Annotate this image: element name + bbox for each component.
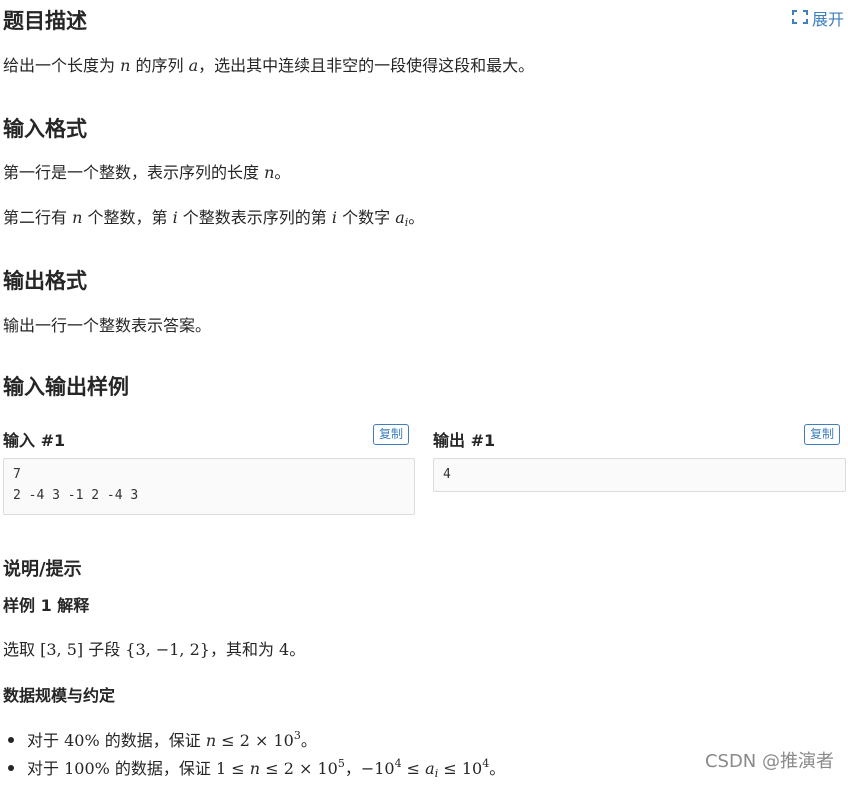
- list-item: 对于 40% 的数据，保证 n ≤ 2 × 103。: [5, 722, 505, 750]
- description-text: 给出一个长度为 n 的序列 a，选出其中连续且非空的一段使得这段和最大。: [3, 56, 535, 75]
- bullet-icon: [8, 737, 14, 743]
- sample-input-box[interactable]: 7 2 -4 3 -1 2 -4 3: [3, 458, 415, 515]
- copy-input-button[interactable]: 复制: [373, 424, 410, 445]
- sample-input-label: 输入 #1: [3, 431, 66, 450]
- list-item: 对于 100% 的数据，保证 1 ≤ n ≤ 2 × 105，−104 ≤ ai…: [5, 750, 505, 780]
- data-scale-heading: 数据规模与约定: [3, 686, 116, 705]
- section-title-hint: 说明/提示: [3, 559, 82, 580]
- sample-output-label: 输出 #1: [433, 431, 496, 450]
- bullet-icon: [8, 765, 14, 771]
- expand-button[interactable]: 展开: [791, 6, 844, 30]
- section-title-input-format: 输入格式: [3, 117, 87, 141]
- expand-icon: [791, 9, 808, 28]
- constraints-list: 对于 40% 的数据，保证 n ≤ 2 × 103。 对于 100% 的数据，保…: [5, 722, 505, 780]
- section-title-output-format: 输出格式: [3, 269, 87, 293]
- sample-output-box[interactable]: 4: [433, 458, 846, 492]
- csdn-watermark: CSDN @推演者: [704, 751, 834, 772]
- expand-label: 展开: [811, 10, 844, 29]
- sample-explain-text: 选取 [3, 5] 子段 {3, −1, 2}，其和为 4。: [3, 640, 306, 659]
- copy-output-button[interactable]: 复制: [804, 424, 841, 445]
- input-format-line2: 第二行有 n 个整数，第 i 个整数表示序列的第 i 个数字 ai。: [3, 208, 425, 229]
- section-title-description: 题目描述: [3, 9, 87, 33]
- input-format-line1: 第一行是一个整数，表示序列的长度 n。: [3, 163, 291, 182]
- output-format-text: 输出一行一个整数表示答案。: [3, 316, 212, 335]
- sample-explain-heading: 样例 1 解释: [3, 596, 90, 615]
- section-title-samples: 输入输出样例: [3, 375, 129, 399]
